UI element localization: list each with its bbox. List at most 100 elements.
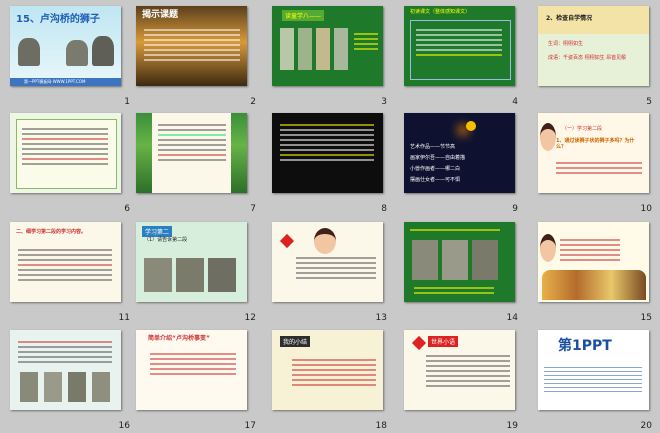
slide-thumbnail-17[interactable]: 简单介绍“卢沟桥事变” <box>136 330 247 410</box>
slide-thumbnail-8[interactable] <box>272 113 383 193</box>
slide-thumbnail-9[interactable]: 艺术作品——节节高 画家伊尔吾——自由着描 小兽作画者——哪二白 摆画仕女者——… <box>404 113 515 193</box>
slide-number: 6 <box>124 204 130 214</box>
slide-thumbnail-4[interactable]: 初读课文（整体感知课文） <box>404 6 515 86</box>
slide-thumbnail-20[interactable]: 第1PPT <box>538 330 649 410</box>
body-text <box>416 26 502 59</box>
slide-thumbnail-13[interactable] <box>272 222 383 302</box>
lion-statue-image <box>92 36 114 66</box>
lion-photo <box>472 240 498 280</box>
slide-number: 10 <box>640 204 652 214</box>
lion-photo <box>442 240 468 280</box>
body-text <box>144 26 240 64</box>
slide-title: 15、卢沟桥的狮子 <box>16 14 100 25</box>
lion-photo <box>68 372 86 402</box>
body-text <box>292 356 376 389</box>
slide-thumbnail-15[interactable] <box>538 222 649 302</box>
photo <box>334 28 348 70</box>
slide-heading: 世界小语 <box>428 336 459 347</box>
slide-thumbnail-3[interactable]: 读童学八—— <box>272 6 383 86</box>
slide-heading: 简单介绍“卢沟桥事变” <box>148 335 210 342</box>
lion-photo <box>412 240 438 280</box>
slide-number: 2 <box>250 97 256 107</box>
slide-title: 初读课文（整体感知课文） <box>410 9 471 15</box>
body-text <box>354 30 378 53</box>
heart-icon <box>279 233 295 249</box>
slide-number: 14 <box>506 313 518 323</box>
slide-line: 小兽作画者——哪二白 <box>410 166 461 172</box>
slide-number: 5 <box>646 97 652 107</box>
slide-thumbnail-5[interactable]: 2、检查自学情况 生词：栩栩如生 成语：千姿百态 栩栩如生 昂首见鬃 <box>538 6 649 86</box>
lion-photo <box>92 372 110 402</box>
slide-thumbnail-19[interactable]: 世界小语 <box>404 330 515 410</box>
slide-footer: 第一PPT模板网-WWW.1PPT.COM <box>24 79 86 85</box>
lion-statue-image <box>66 40 88 66</box>
star-decoration <box>466 121 476 131</box>
slide-number: 19 <box>506 421 518 431</box>
slide-heading: 我的小结 <box>280 336 311 347</box>
slide-line: 生词：栩栩如生 <box>548 41 584 47</box>
slide-thumbnail-16[interactable] <box>10 330 121 410</box>
slide-number: 12 <box>244 313 256 323</box>
lion-photo <box>144 258 172 292</box>
slide-title: 2、检查自学情况 <box>546 15 593 22</box>
slide-thumbnail-7[interactable] <box>136 113 247 193</box>
slide-line: 摆画仕女者——可不惧 <box>410 177 461 183</box>
body-text <box>18 246 112 284</box>
slide-number: 11 <box>118 313 130 323</box>
body-text <box>280 121 374 164</box>
slide-heading: 学习第二 <box>142 226 173 237</box>
lion-photo <box>44 372 62 402</box>
slide-line: 成语：千姿百态 栩栩如生 昂首见鬃 <box>548 55 627 61</box>
slide-number: 3 <box>381 97 387 107</box>
photo <box>316 28 330 70</box>
slide-number: 17 <box>244 421 256 431</box>
slide-thumbnail-11[interactable]: 二、细学习第二段的学习内容。 <box>10 222 121 302</box>
slide-number: 16 <box>118 421 130 431</box>
slide-title: 读童学八—— <box>282 10 325 21</box>
slide-number: 15 <box>640 313 652 323</box>
slide-heading: （一）学习第二段 <box>562 126 603 132</box>
slide-number: 13 <box>375 313 387 323</box>
slide-number: 9 <box>512 204 518 214</box>
body-text <box>150 350 236 378</box>
link-text <box>544 364 642 395</box>
slide-question: 1、通过读狮子状的狮子多吗？为什么？ <box>556 138 635 150</box>
slide-title: 揭示课题 <box>142 10 179 20</box>
slide-thumbnail-14[interactable] <box>404 222 515 302</box>
body-text <box>18 338 112 366</box>
lion-statue-image <box>18 38 40 66</box>
body-text <box>22 125 108 168</box>
slide-number: 20 <box>640 421 652 431</box>
slide-thumbnail-2[interactable]: 揭示课题 <box>136 6 247 86</box>
slide-thumbnail-12[interactable]: 学习第二 （1）请告诉第二段 <box>136 222 247 302</box>
slide-number: 8 <box>381 204 387 214</box>
body-text <box>296 254 376 282</box>
lion-photo <box>20 372 38 402</box>
slide-number: 1 <box>124 97 130 107</box>
body-text <box>560 236 620 264</box>
body-text <box>410 226 500 234</box>
lion-photo <box>208 258 236 292</box>
slide-thumbnail-6[interactable] <box>10 113 121 193</box>
slide-heading: 二、细学习第二段的学习内容。 <box>16 229 87 235</box>
photo <box>280 28 294 70</box>
slide-thumbnail-18[interactable]: 我的小结 <box>272 330 383 410</box>
body-text <box>426 352 510 390</box>
slide-line: 艺术作品——节节高 <box>410 144 456 150</box>
body-text <box>158 121 226 164</box>
photo <box>298 28 312 70</box>
lion-photo <box>176 258 204 292</box>
slide-number: 7 <box>250 204 256 214</box>
ppt-logo: 第1PPT <box>558 338 612 354</box>
body-text <box>556 159 642 177</box>
cartoon-girl-image <box>540 234 556 262</box>
slide-line: 画家伊尔吾——自由着描 <box>410 155 466 161</box>
tree-decoration <box>231 113 247 193</box>
slide-thumbnail-1[interactable]: 15、卢沟桥的狮子 第一PPT模板网-WWW.1PPT.COM <box>10 6 121 86</box>
cartoon-girl-image <box>314 228 336 254</box>
tree-decoration <box>136 113 152 193</box>
slide-number: 18 <box>375 421 387 431</box>
slide-thumbnail-10[interactable]: （一）学习第二段 1、通过读狮子状的狮子多吗？为什么？ <box>538 113 649 193</box>
slide-number: 4 <box>512 97 518 107</box>
slide-subheading: （1）请告诉第二段 <box>144 237 188 243</box>
